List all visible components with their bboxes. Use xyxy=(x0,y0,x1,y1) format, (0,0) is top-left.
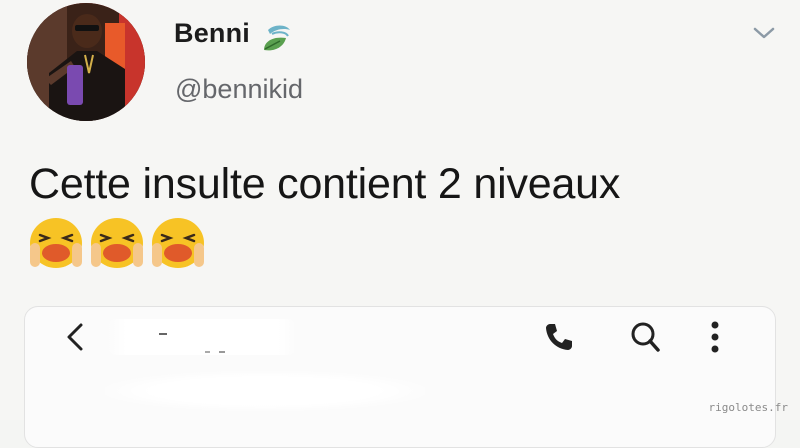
chevron-down-icon[interactable] xyxy=(752,24,776,42)
embedded-screenshot[interactable] xyxy=(24,306,776,448)
redacted-content xyxy=(105,371,425,411)
avatar-photo xyxy=(27,3,145,121)
user-name[interactable]: Benni xyxy=(174,18,250,49)
watermark: rigolotes.fr xyxy=(708,401,788,414)
loudly-crying-face-icon xyxy=(30,218,82,268)
redacted-contact-name xyxy=(107,319,297,355)
tweet-card: Benni @bennikid Cette insulte contient 2… xyxy=(0,0,800,448)
loudly-crying-face-icon xyxy=(91,218,143,268)
tweet-text: Cette insulte contient 2 niveaux xyxy=(29,160,621,208)
more-options-icon[interactable] xyxy=(705,318,725,356)
loudly-crying-face-icon xyxy=(152,218,204,268)
avatar[interactable] xyxy=(27,3,145,121)
back-icon[interactable] xyxy=(63,321,87,353)
emoji-row xyxy=(28,215,206,271)
search-icon[interactable] xyxy=(628,320,662,354)
user-handle[interactable]: @bennikid xyxy=(175,74,303,105)
phone-icon[interactable] xyxy=(542,320,576,354)
leaf-emoji-icon xyxy=(264,25,290,51)
